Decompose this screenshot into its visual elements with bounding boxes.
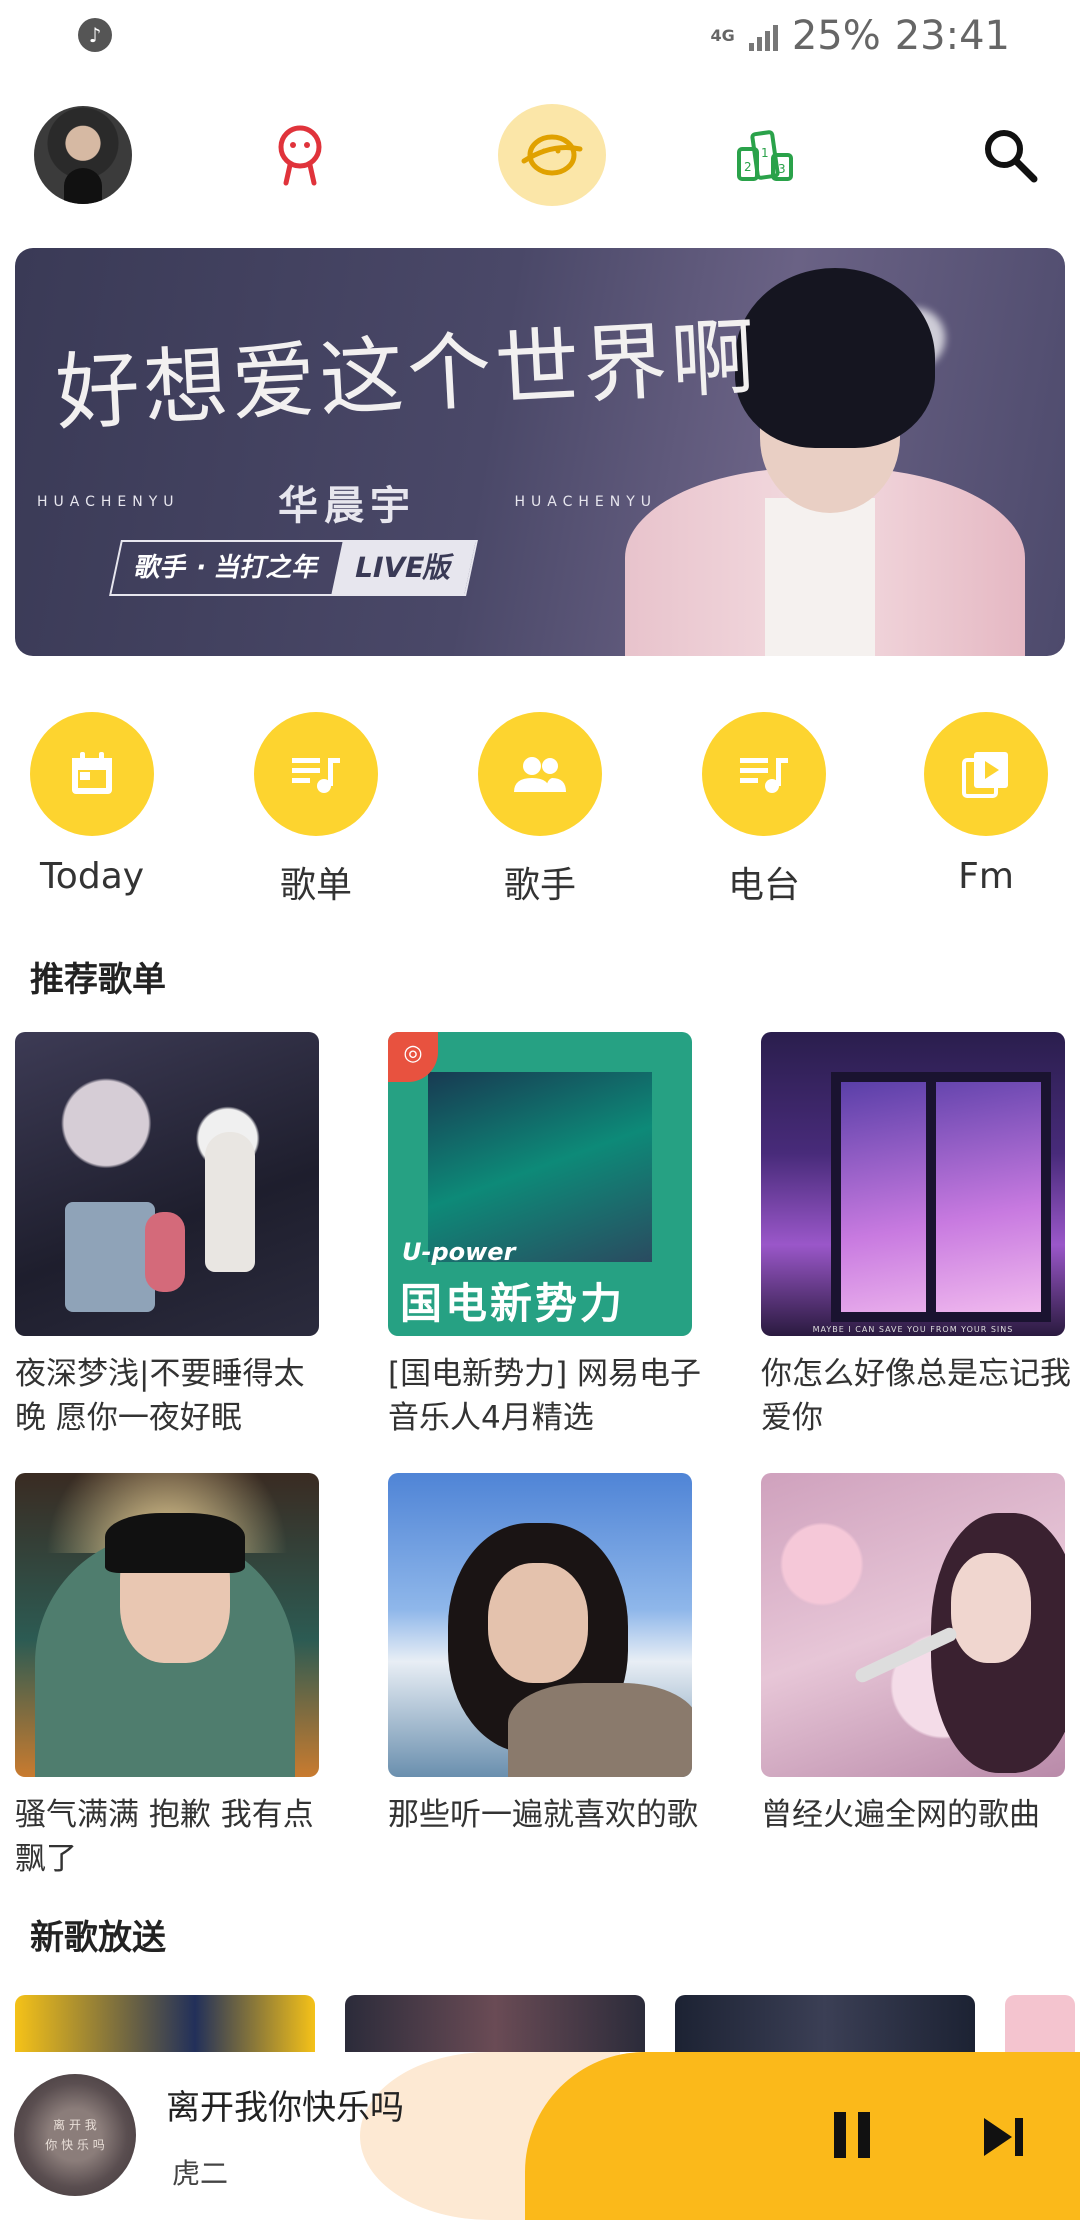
playlist-card[interactable]: 骚气满满 抱歉 我有点飘了 (15, 1473, 319, 1881)
clock: 23:41 (894, 13, 1010, 59)
singers-icon (478, 712, 602, 836)
category-label: 歌手 (503, 865, 576, 906)
svg-text:3: 3 (778, 162, 786, 176)
category-label: Fm (958, 856, 1014, 897)
playlist-cover (15, 1032, 319, 1336)
banner-tag: 歌手 · 当打之年 LIVE版 (109, 540, 478, 596)
section-title-new-songs: 新歌放送 (30, 1918, 166, 1958)
artwork-text: 离 开 我 你 快 乐 吗 (45, 2118, 105, 2152)
promo-banner[interactable]: 好想爱这个世界啊 HUACHENYU 华晨宇 HUACHENYU 歌手 · 当打… (15, 248, 1065, 656)
now-playing-artwork[interactable]: 离 开 我 你 快 乐 吗 (14, 2074, 136, 2196)
skip-next-icon[interactable] (980, 2114, 1026, 2160)
status-right: 4G 25% 23:41 (711, 10, 1010, 62)
new-song-cover[interactable] (345, 1995, 645, 2055)
music-notification-icon: ♪ (78, 18, 112, 52)
pause-icon[interactable] (822, 2112, 882, 2172)
playlist-name: 那些听一遍就喜欢的歌 (388, 1797, 698, 1833)
new-song-cover[interactable] (1005, 1995, 1075, 2055)
category-label: 电台 (727, 865, 800, 906)
category-label: Today (39, 856, 145, 897)
banner-tag-show: 歌手 · 当打之年 (131, 553, 323, 583)
category-shortcuts: Today 歌单 歌手 电台 Fm (0, 712, 1080, 912)
svg-text:1: 1 (761, 146, 769, 160)
mini-player[interactable]: 离 开 我 你 快 乐 吗 离开我你快乐吗 虎二 (0, 2052, 1080, 2220)
fm-play-icon (924, 712, 1048, 836)
status-bar: ♪ 4G 25% 23:41 (0, 0, 1080, 72)
playlist-card[interactable]: 夜深梦浅|不要睡得太晚 愿你一夜好眠 (15, 1032, 319, 1440)
new-song-cover[interactable] (675, 1995, 975, 2055)
category-radio[interactable]: 电台 (674, 712, 854, 908)
user-icon[interactable] (245, 100, 355, 210)
banner-artist-row: HUACHENYU 华晨宇 HUACHENYU (37, 473, 657, 531)
playlist-cover (761, 1473, 1065, 1777)
category-label: 歌单 (279, 865, 352, 906)
playlist-name: 骚气满满 抱歉 我有点飘了 (15, 1797, 314, 1877)
svg-text:2: 2 (744, 160, 752, 174)
playlist-name: 曾经火遍全网的歌曲 (761, 1797, 1040, 1833)
category-fm[interactable]: Fm (896, 712, 1076, 897)
radio-playlist-icon (702, 712, 826, 836)
top-navigation: 1 2 3 (0, 100, 1080, 210)
playlist-name: 夜深梦浅|不要睡得太晚 愿你一夜好眠 (15, 1356, 305, 1436)
new-song-cover[interactable] (15, 1995, 315, 2055)
new-songs-row (15, 1995, 1080, 2055)
now-playing-artist: 虎二 (172, 2157, 229, 2190)
banner-tag-live: LIVE版 (331, 542, 476, 594)
avatar[interactable] (34, 106, 132, 204)
calendar-icon (30, 712, 154, 836)
playlist-cover: MAYBE I CAN SAVE YOU FROM YOUR SINS (761, 1032, 1065, 1336)
playlist-card[interactable]: 那些听一遍就喜欢的歌 (388, 1473, 698, 1837)
playlist-cover (15, 1473, 319, 1777)
now-playing-title: 离开我你快乐吗 (166, 2088, 404, 2128)
playlist-cover: ◎ U-power 国电新势力 (388, 1032, 692, 1336)
playlist-icon (254, 712, 378, 836)
category-today[interactable]: Today (2, 712, 182, 897)
playlist-name: [国电新势力] 网易电子音乐人4月精选 (388, 1356, 702, 1436)
playlist-name: 你怎么好像总是忘记我爱你 (761, 1356, 1071, 1436)
cover-text-title: 国电新势力 (400, 1279, 626, 1328)
category-singers[interactable]: 歌手 (450, 712, 630, 908)
category-playlists[interactable]: 歌单 (226, 712, 406, 908)
signal-icon (748, 21, 778, 51)
banner-artist-roman-left: HUACHENYU (37, 494, 180, 510)
playlist-card[interactable]: 曾经火遍全网的歌曲 (761, 1473, 1065, 1837)
network-type: 4G (710, 26, 735, 45)
banner-artist-roman-right: HUACHENYU (514, 494, 657, 510)
cover-text-upower: U-power (402, 1238, 516, 1266)
chart-podium-icon[interactable]: 1 2 3 (710, 100, 820, 210)
battery-percentage: 25% (791, 13, 881, 59)
discover-planet-icon[interactable] (498, 104, 606, 206)
playlist-card[interactable]: MAYBE I CAN SAVE YOU FROM YOUR SINS 你怎么好… (761, 1032, 1071, 1440)
search-icon[interactable] (955, 100, 1065, 210)
banner-artist-name: 华晨宇 (278, 483, 416, 529)
section-title-recommended: 推荐歌单 (30, 960, 166, 1000)
playlist-card[interactable]: ◎ U-power 国电新势力 [国电新势力] 网易电子音乐人4月精选 (388, 1032, 701, 1440)
playlist-cover (388, 1473, 692, 1777)
cover-caption: MAYBE I CAN SAVE YOU FROM YOUR SINS (812, 1325, 1014, 1334)
